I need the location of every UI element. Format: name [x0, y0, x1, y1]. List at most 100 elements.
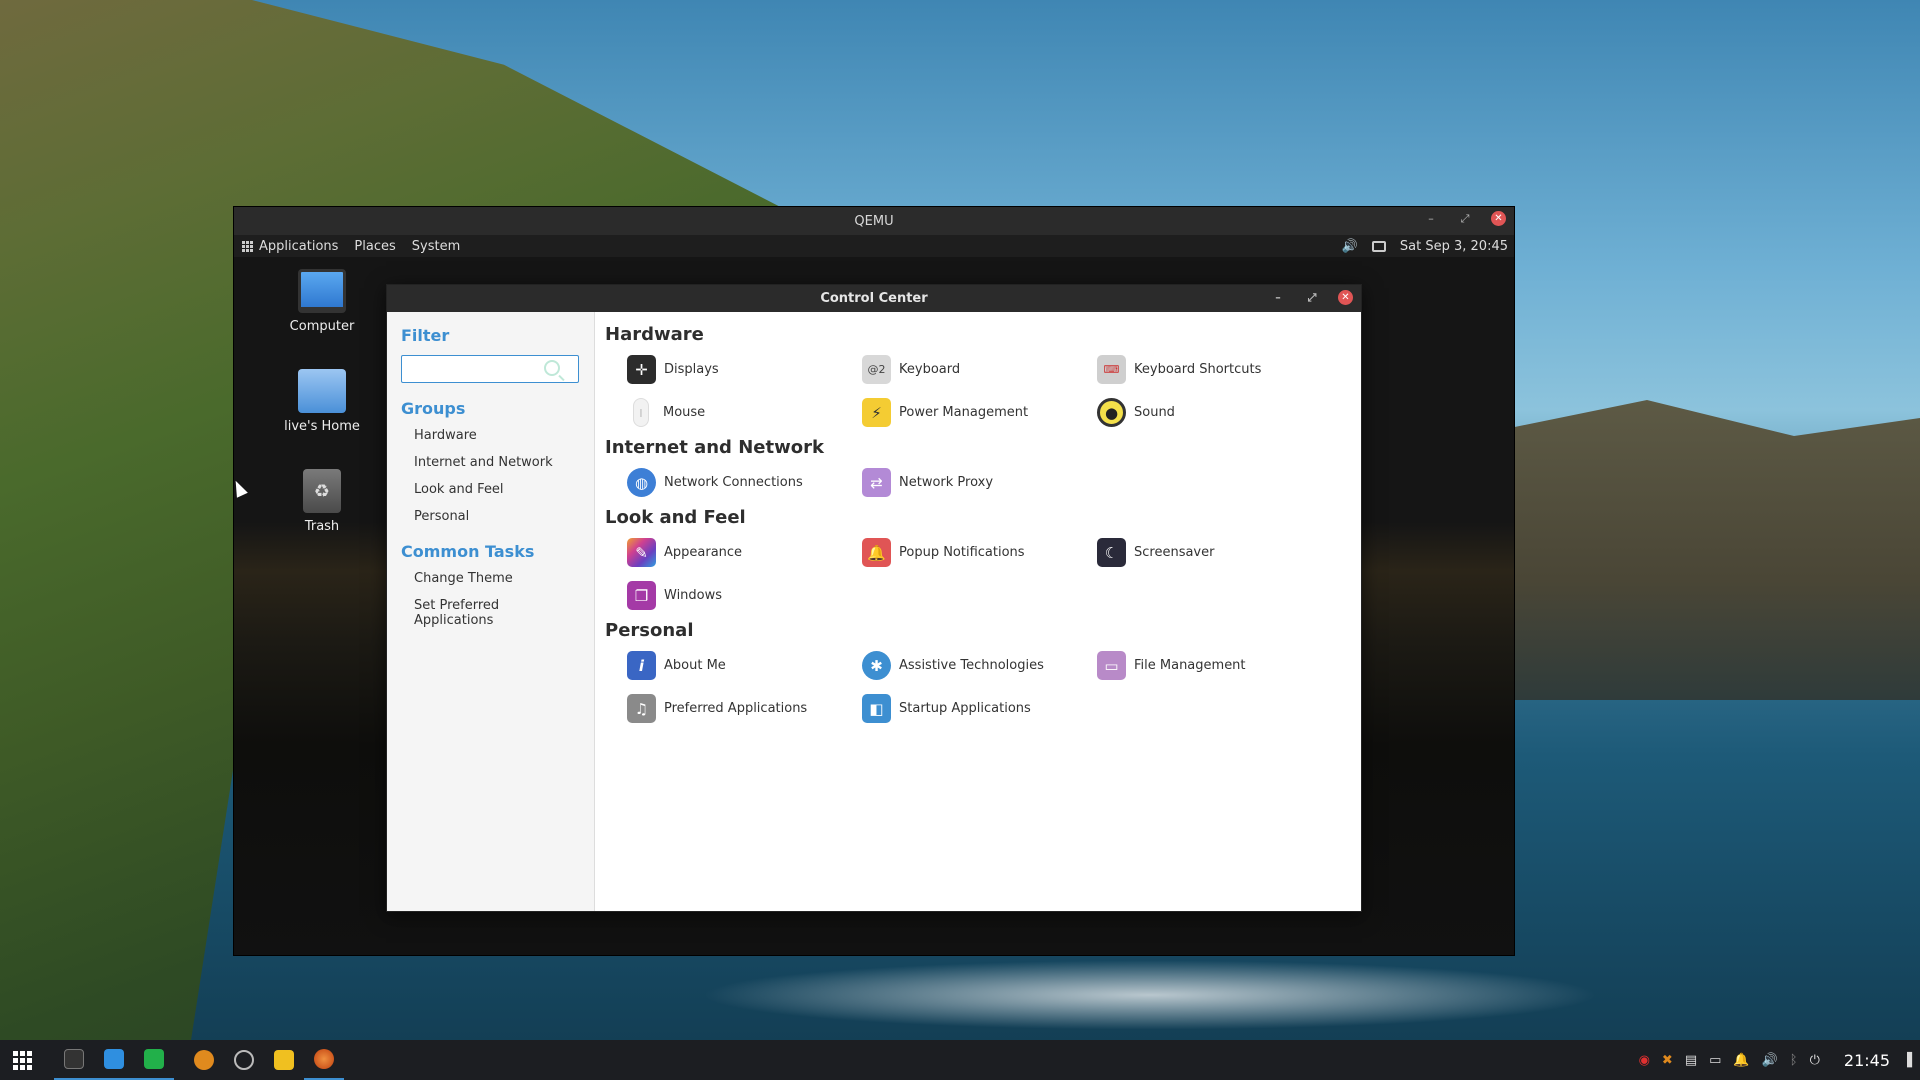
item-label: Appearance	[664, 545, 743, 560]
displays-icon: ✛	[627, 355, 656, 384]
item-label: Popup Notifications	[899, 545, 1025, 560]
show-desktop-icon[interactable]: ▐	[1902, 1053, 1912, 1068]
system-menu[interactable]: System	[412, 239, 460, 254]
network-icon: ◍	[627, 468, 656, 497]
green-app-icon	[144, 1049, 164, 1069]
display-icon[interactable]	[1371, 240, 1386, 252]
item-keyboard-shortcuts[interactable]: ⌨ Keyboard Shortcuts	[1097, 355, 1332, 384]
item-label: Keyboard	[899, 362, 961, 377]
printer-icon[interactable]: ▤	[1685, 1053, 1697, 1068]
computer-icon	[298, 269, 346, 313]
filter-heading: Filter	[401, 326, 450, 345]
item-popup-notifications[interactable]: 🔔 Popup Notifications	[862, 538, 1097, 567]
item-displays[interactable]: ✛ Displays	[627, 355, 862, 384]
desktop-icon-label: live's Home	[284, 419, 360, 434]
section-heading-look-and-feel: Look and Feel	[605, 507, 746, 528]
task-set-preferred-apps[interactable]: Set Preferred Applications	[414, 598, 580, 628]
volume-icon[interactable]: 🔊	[1762, 1053, 1778, 1068]
item-startup-applications[interactable]: ◧ Startup Applications	[862, 694, 1097, 723]
qemu-icon	[314, 1049, 334, 1069]
item-label: Displays	[664, 362, 719, 377]
app-launcher-button[interactable]	[2, 1040, 42, 1080]
x-app-icon	[194, 1050, 214, 1070]
qemu-titlebar[interactable]: QEMU – ⤢ ✕	[234, 207, 1514, 235]
item-label: Sound	[1134, 405, 1175, 420]
guest-top-panel: Applications Places System 🔊 Sat Sep 3, …	[234, 235, 1514, 257]
item-keyboard[interactable]: @2 Keyboard	[862, 355, 1097, 384]
applications-menu-label: Applications	[259, 238, 339, 254]
bell-icon: 🔔	[862, 538, 891, 567]
windows-icon: ❐	[627, 581, 656, 610]
item-sound[interactable]: ● Sound	[1097, 398, 1332, 427]
download-icon	[104, 1049, 124, 1069]
desktop-icon-computer[interactable]: Computer	[272, 269, 372, 334]
item-screensaver[interactable]: ☾ Screensaver	[1097, 538, 1332, 567]
power-icon[interactable]: ⏻	[1810, 1053, 1820, 1068]
item-network-connections[interactable]: ◍ Network Connections	[627, 468, 862, 497]
control-center-titlebar[interactable]: Control Center – ⤢ ✕	[387, 285, 1361, 312]
taskbar-yellow-app[interactable]	[264, 1040, 304, 1080]
filter-input[interactable]	[408, 357, 538, 381]
applications-menu[interactable]: Applications	[242, 239, 338, 254]
desktop-icon-label: Trash	[304, 519, 340, 534]
taskbar-clock[interactable]: 21:45	[1844, 1051, 1890, 1070]
guest-desktop: Computer live's Home ♻ Trash Control Cen…	[234, 257, 1514, 955]
qemu-window: QEMU – ⤢ ✕ Applications Places System 🔊 …	[233, 206, 1515, 956]
task-change-theme[interactable]: Change Theme	[414, 571, 580, 586]
taskbar-terminal[interactable]	[54, 1040, 94, 1080]
taskbar-browser[interactable]	[224, 1040, 264, 1080]
desktop-icon-home[interactable]: live's Home	[272, 369, 372, 434]
taskbar-download[interactable]	[94, 1040, 134, 1080]
item-assistive-technologies[interactable]: ✱ Assistive Technologies	[862, 651, 1097, 680]
item-about-me[interactable]: i About Me	[627, 651, 862, 680]
group-link-personal[interactable]: Personal	[414, 509, 580, 524]
close-button[interactable]: ✕	[1491, 211, 1506, 226]
group-link-internet[interactable]: Internet and Network	[414, 455, 580, 470]
lips-tray-icon[interactable]: ◉	[1639, 1053, 1650, 1068]
item-mouse[interactable]: | Mouse	[627, 398, 862, 427]
notification-bell-icon[interactable]: 🔔	[1733, 1053, 1749, 1068]
item-windows[interactable]: ❐ Windows	[627, 581, 862, 610]
item-label: Preferred Applications	[664, 701, 808, 716]
accessibility-icon: ✱	[862, 651, 891, 680]
desktop-icon-trash[interactable]: ♻ Trash	[272, 469, 372, 534]
volume-icon[interactable]: 🔊	[1342, 239, 1358, 254]
filter-field[interactable]	[401, 355, 579, 383]
x-tray-icon[interactable]: ✖	[1662, 1053, 1673, 1068]
maximize-button[interactable]: ⤢	[1457, 212, 1473, 226]
appearance-icon: ✎	[627, 538, 656, 567]
item-label: Windows	[664, 588, 723, 603]
taskbar-green-app[interactable]	[134, 1040, 174, 1080]
item-network-proxy[interactable]: ⇄ Network Proxy	[862, 468, 1097, 497]
close-button[interactable]: ✕	[1338, 290, 1353, 305]
item-file-management[interactable]: ▭ File Management	[1097, 651, 1332, 680]
browser-icon	[234, 1050, 254, 1070]
keyboard-shortcuts-icon: ⌨	[1097, 355, 1126, 384]
desktop-icon-label: Computer	[289, 319, 355, 334]
terminal-icon	[64, 1049, 84, 1069]
taskbar-qemu[interactable]	[304, 1040, 344, 1080]
startup-icon: ◧	[862, 694, 891, 723]
bluetooth-icon[interactable]: ᛒ	[1790, 1053, 1798, 1068]
minimize-button[interactable]: –	[1270, 291, 1286, 304]
taskbar-x-app[interactable]	[184, 1040, 224, 1080]
minimize-button[interactable]: –	[1423, 212, 1439, 225]
maximize-button[interactable]: ⤢	[1304, 291, 1320, 305]
group-link-look-and-feel[interactable]: Look and Feel	[414, 482, 580, 497]
guest-clock[interactable]: Sat Sep 3, 20:45	[1400, 239, 1508, 254]
info-icon: i	[627, 651, 656, 680]
item-preferred-applications[interactable]: ♫ Preferred Applications	[627, 694, 862, 723]
display-icon[interactable]: ▭	[1709, 1053, 1721, 1068]
item-label: Keyboard Shortcuts	[1134, 362, 1262, 377]
proxy-icon: ⇄	[862, 468, 891, 497]
section-heading-hardware: Hardware	[605, 324, 704, 345]
item-power-management[interactable]: ⚡ Power Management	[862, 398, 1097, 427]
places-menu[interactable]: Places	[354, 239, 395, 254]
mouse-icon: |	[633, 398, 649, 427]
qemu-title: QEMU	[854, 213, 894, 229]
keyboard-icon: @2	[862, 355, 891, 384]
item-label: Power Management	[899, 405, 1029, 420]
item-appearance[interactable]: ✎ Appearance	[627, 538, 862, 567]
group-link-hardware[interactable]: Hardware	[414, 428, 580, 443]
search-icon	[544, 360, 560, 376]
